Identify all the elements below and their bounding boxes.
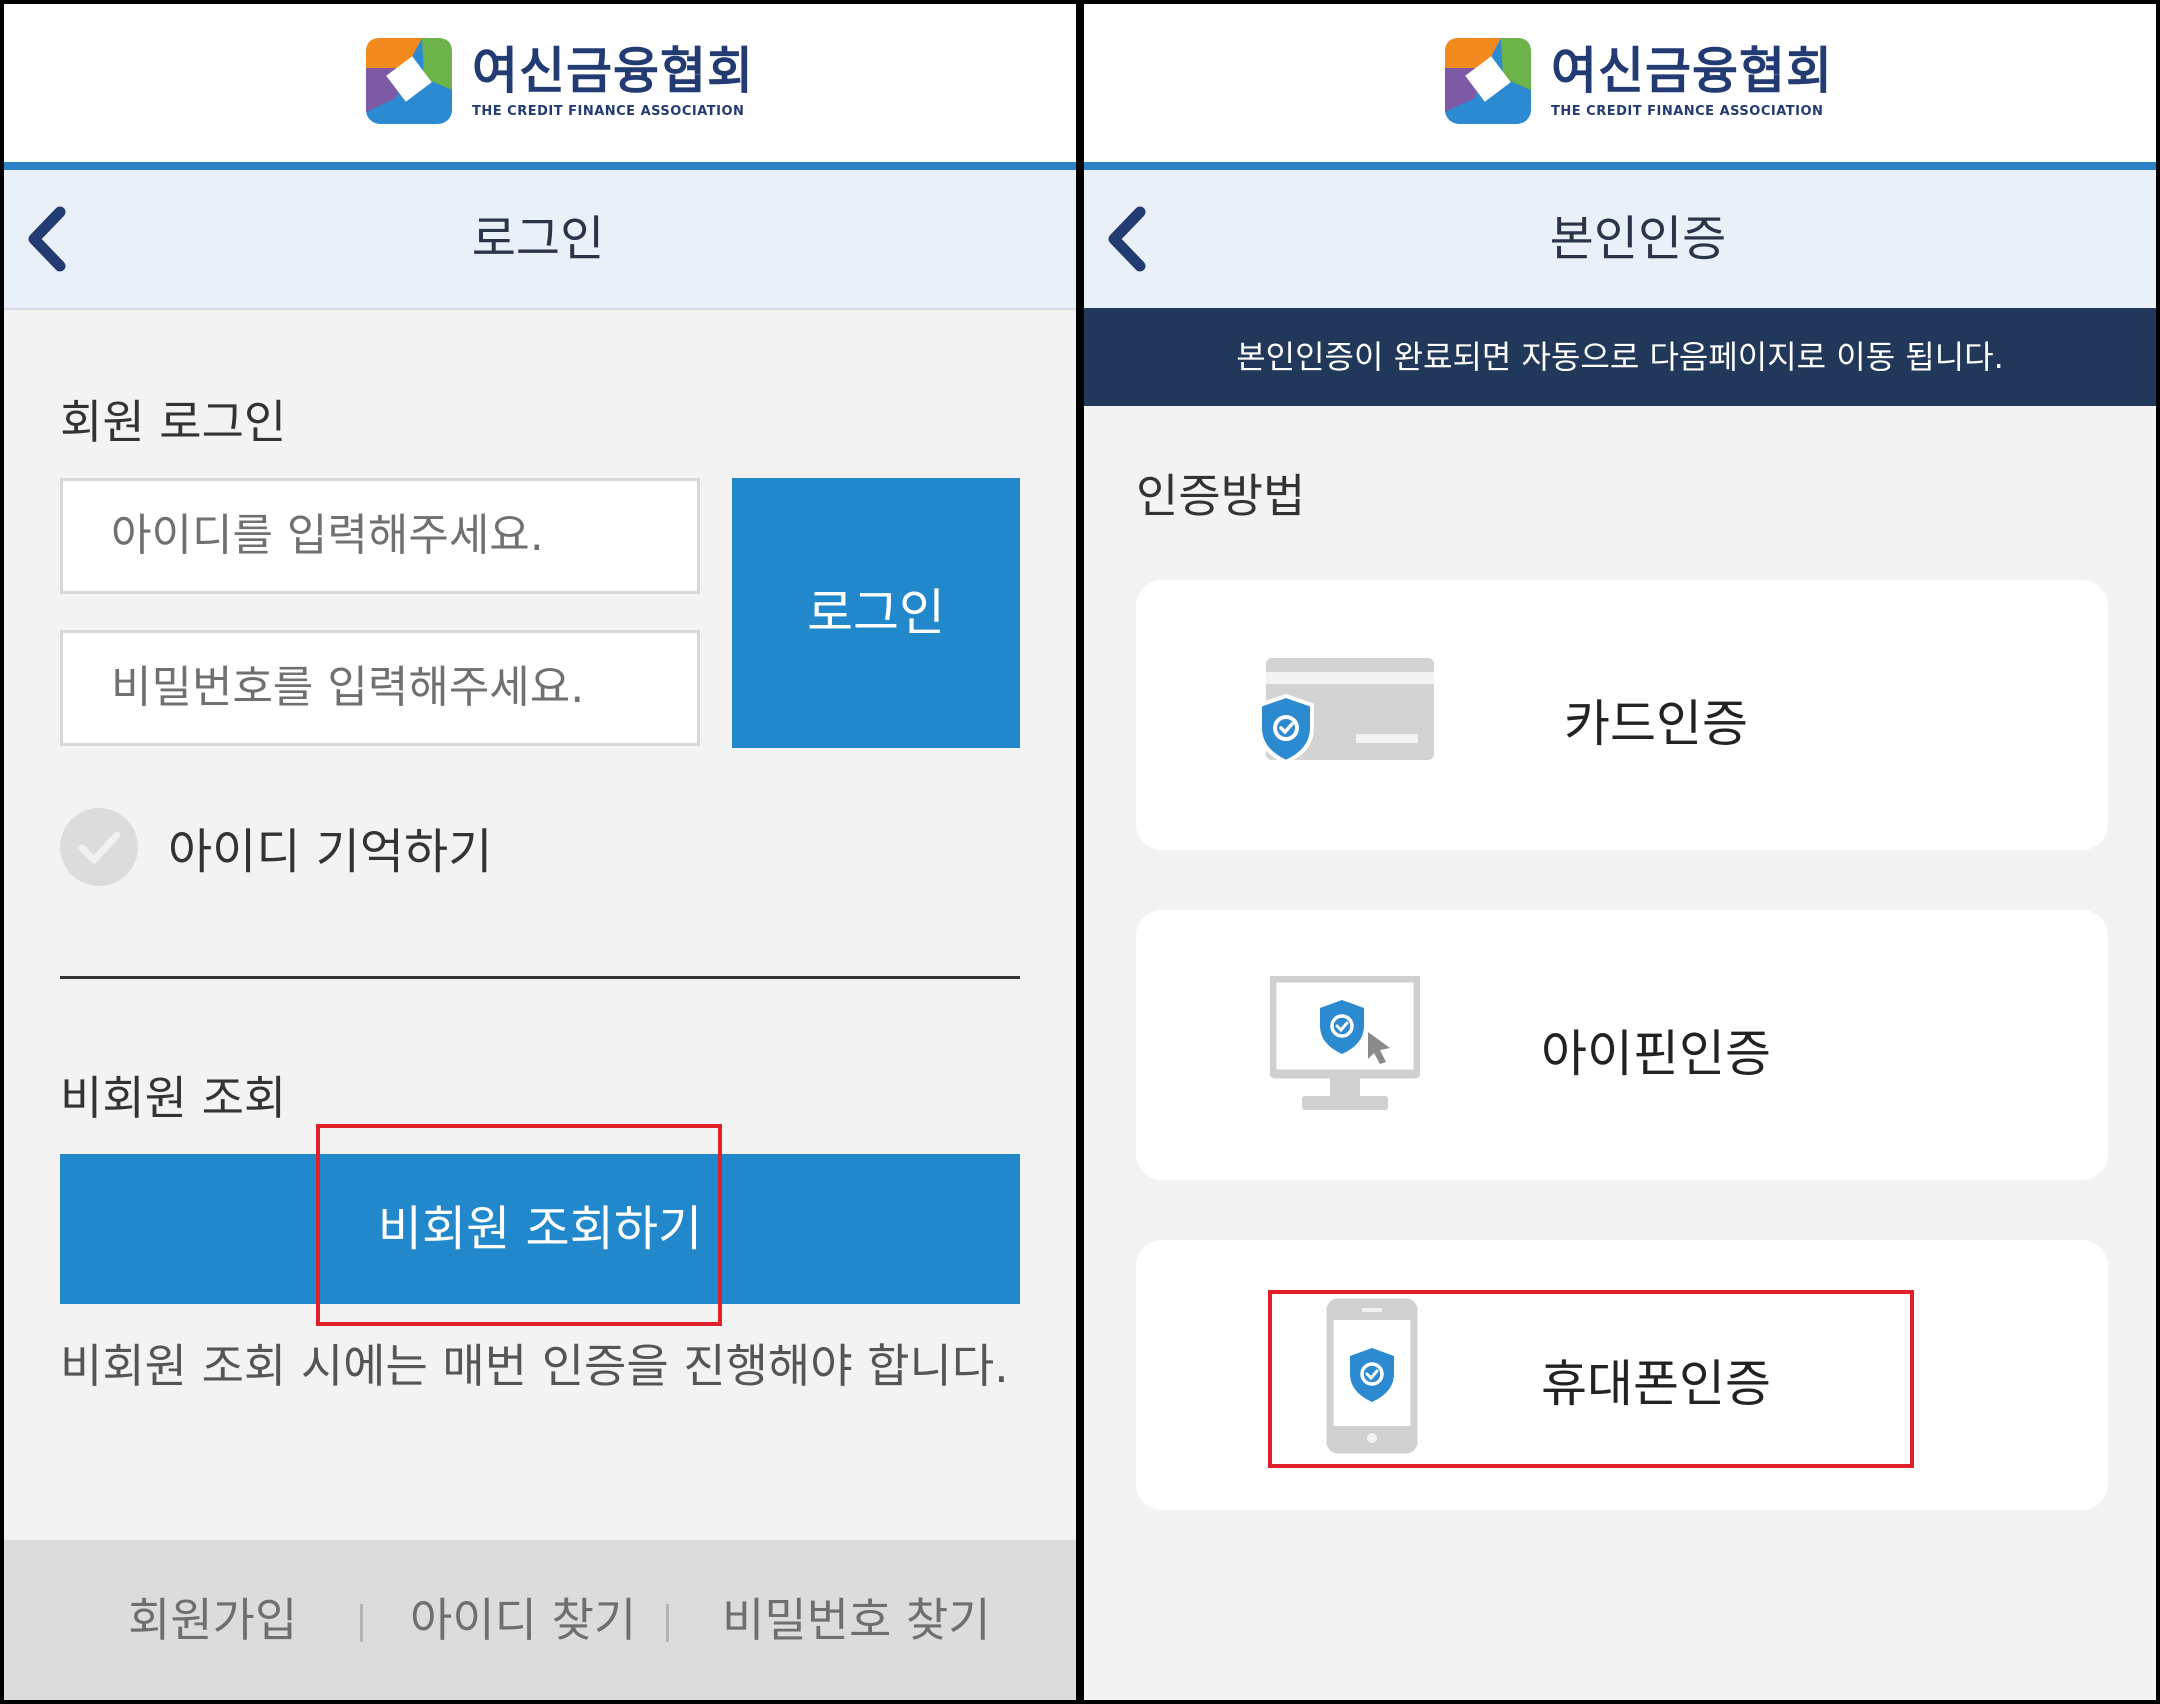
signup-link[interactable]: 회원가입 [128, 1540, 297, 1700]
section-divider [60, 976, 1020, 979]
association-logo[interactable]: 여신금융협회 THE CREDIT FINANCE ASSOCIATION [1445, 38, 1833, 124]
page-title: 본인인증 [1549, 211, 1727, 267]
guest-lookup-note: 비회원 조회 시에는 매번 인증을 진행해야 합니다. [60, 1339, 1009, 1393]
logo-header: 여신금융협회 THE CREDIT FINANCE ASSOCIATION [1084, 4, 2156, 162]
guest-lookup-heading: 비회원 조회 [60, 1071, 287, 1125]
auto-redirect-notice: 본인인증이 완료되면 자동으로 다음페이지로 이동 됩니다. [1084, 308, 2156, 406]
member-login-heading: 회원 로그인 [60, 395, 287, 449]
password-input[interactable]: 비밀번호를 입력해주세요. [60, 630, 700, 746]
logo-name-en: THE CREDIT FINANCE ASSOCIATION [472, 103, 745, 119]
login-screen: 여신금융협회 THE CREDIT FINANCE ASSOCIATION 로그… [4, 4, 1076, 1700]
footer-separator [360, 1604, 363, 1642]
card-verification-label: 카드인증 [1564, 695, 1748, 753]
verification-method-heading: 인증방법 [1136, 469, 1306, 523]
footer-links: 회원가입 아이디 찾기 비밀번호 찾기 [4, 1540, 1076, 1700]
verification-screen: 여신금융협회 THE CREDIT FINANCE ASSOCIATION 본인… [1084, 4, 2156, 1700]
id-input[interactable]: 아이디를 입력해주세요. [60, 478, 700, 594]
mobile-verification-label: 휴대폰인증 [1541, 1355, 1771, 1413]
logo-name-ko: 여신금융협회 [1551, 41, 1833, 100]
ipin-verification-label: 아이핀인증 [1541, 1025, 1771, 1083]
login-button[interactable]: 로그인 [732, 478, 1020, 748]
mobile-verification-option[interactable]: 휴대폰인증 [1136, 1240, 2108, 1510]
title-bar: 로그인 [4, 170, 1076, 310]
footer-separator [666, 1604, 669, 1642]
card-verification-option[interactable]: 카드인증 [1136, 580, 2108, 850]
title-bar: 본인인증 [1084, 170, 2156, 310]
logo-name-ko: 여신금융협회 [472, 41, 754, 100]
page-title: 로그인 [471, 211, 605, 267]
association-logo-mark [366, 38, 452, 124]
association-logo[interactable]: 여신금융협회 THE CREDIT FINANCE ASSOCIATION [366, 38, 754, 124]
guest-lookup-button[interactable]: 비회원 조회하기 [60, 1154, 1020, 1304]
remember-id-checkbox[interactable]: 아이디 기억하기 [60, 808, 492, 886]
association-logo-mark [1445, 38, 1531, 124]
find-password-link[interactable]: 비밀번호 찾기 [722, 1540, 991, 1700]
find-id-link[interactable]: 아이디 찾기 [410, 1540, 636, 1700]
ipin-verification-option[interactable]: 아이핀인증 [1136, 910, 2108, 1180]
checkmark-icon [60, 808, 138, 886]
logo-name-en: THE CREDIT FINANCE ASSOCIATION [1551, 103, 1824, 119]
accent-divider [4, 162, 1076, 170]
logo-header: 여신금융협회 THE CREDIT FINANCE ASSOCIATION [4, 4, 1076, 162]
remember-id-label: 아이디 기억하기 [168, 824, 493, 880]
accent-divider [1084, 162, 2156, 170]
